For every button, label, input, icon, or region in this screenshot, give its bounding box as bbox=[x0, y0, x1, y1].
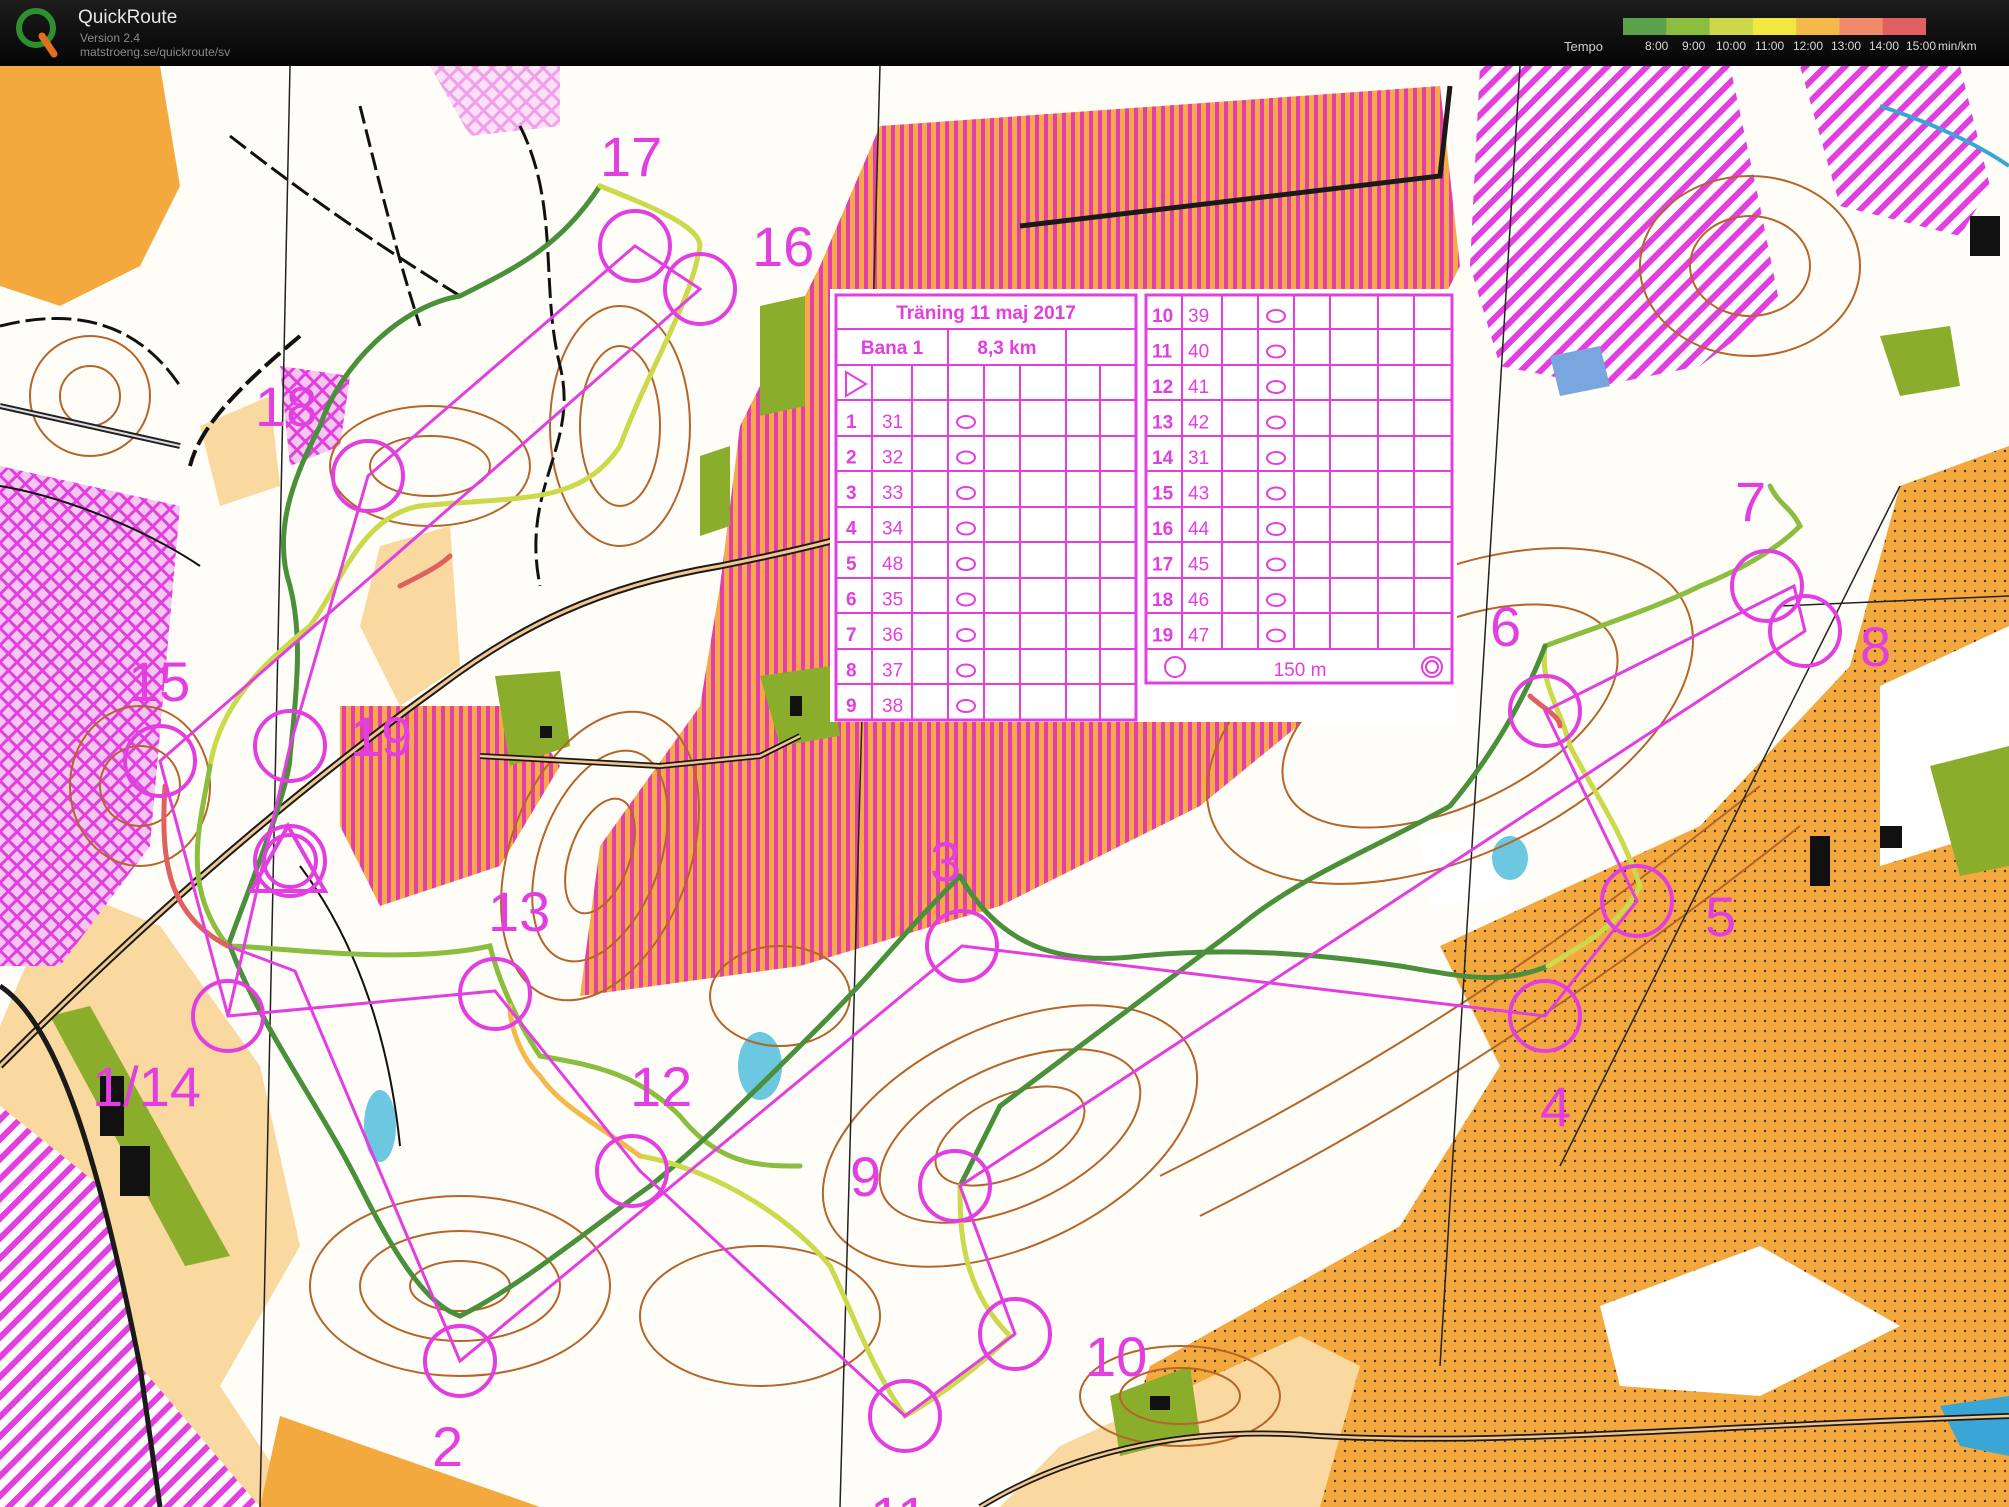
tempo-tick: 15:00 bbox=[1906, 39, 1937, 53]
card-control-number: 4 bbox=[846, 519, 857, 540]
card-control-number: 12 bbox=[1152, 377, 1173, 398]
tempo-tick: 11:00 bbox=[1755, 39, 1785, 53]
control-number: 8 bbox=[1860, 615, 1891, 678]
card-control-code: 31 bbox=[1188, 448, 1209, 469]
card-control-code: 45 bbox=[1188, 555, 1209, 576]
card-background bbox=[830, 289, 1457, 722]
tempo-color-swatch bbox=[1709, 18, 1754, 35]
card-control-number: 7 bbox=[846, 625, 857, 646]
control-number: 3 bbox=[930, 830, 961, 893]
card-control-number: 19 bbox=[1152, 626, 1173, 647]
card-control-number: 10 bbox=[1152, 306, 1173, 327]
card-control-number: 15 bbox=[1152, 484, 1174, 505]
tempo-tick: 9:00 bbox=[1682, 39, 1706, 53]
control-number: 12 bbox=[630, 1055, 692, 1118]
tempo-color-scale bbox=[1623, 18, 1926, 35]
app-title: QuickRoute bbox=[78, 7, 178, 28]
tempo-unit: min/km bbox=[1938, 39, 1977, 53]
control-number: 13 bbox=[488, 880, 550, 943]
control-number: 1/14 bbox=[92, 1055, 201, 1118]
card-control-number: 13 bbox=[1152, 413, 1173, 434]
card-title: Träning 11 maj 2017 bbox=[896, 303, 1076, 324]
tempo-tick: 10:00 bbox=[1716, 39, 1747, 53]
tempo-color-swatch bbox=[1839, 18, 1884, 35]
title-bar: Q QuickRoute Version 2.4 matstroeng.se/q… bbox=[0, 0, 2009, 67]
card-course-name: Bana 1 bbox=[861, 338, 924, 359]
course-card: Träning 11 maj 2017 Bana 1 8,3 km 150 m … bbox=[830, 289, 1457, 722]
card-control-number: 18 bbox=[1152, 590, 1173, 611]
tempo-tick: 8:00 bbox=[1645, 39, 1669, 53]
card-control-number: 9 bbox=[846, 696, 857, 717]
control-number: 17 bbox=[600, 125, 662, 188]
tempo-color-swatch bbox=[1752, 18, 1798, 35]
tempo-color-swatch bbox=[1882, 18, 1926, 35]
card-control-code: 39 bbox=[1188, 306, 1209, 327]
control-number: 7 bbox=[1735, 470, 1766, 533]
tempo-color-swatch bbox=[1796, 18, 1841, 35]
quickroute-window: Q QuickRoute Version 2.4 matstroeng.se/q… bbox=[0, 0, 2009, 1507]
tempo-color-swatch bbox=[1666, 18, 1711, 35]
card-control-number: 17 bbox=[1152, 555, 1173, 576]
tempo-tick: 14:00 bbox=[1869, 39, 1900, 53]
card-control-code: 31 bbox=[882, 412, 903, 433]
card-control-number: 8 bbox=[846, 661, 857, 682]
tempo-color-swatch bbox=[1623, 18, 1668, 35]
tempo-tick: 12:00 bbox=[1793, 39, 1824, 53]
app-url: matstroeng.se/quickroute/sv bbox=[80, 45, 231, 59]
control-number: 16 bbox=[752, 215, 814, 278]
control-number: 15 bbox=[128, 650, 190, 713]
card-control-code: 36 bbox=[882, 625, 903, 646]
card-control-code: 35 bbox=[882, 590, 903, 611]
card-control-code: 41 bbox=[1188, 377, 1209, 398]
card-control-number: 5 bbox=[846, 554, 857, 575]
control-number: 11 bbox=[870, 1485, 928, 1507]
control-number: 4 bbox=[1540, 1075, 1571, 1138]
card-control-code: 33 bbox=[882, 483, 903, 504]
tempo-label: Tempo bbox=[1564, 39, 1604, 54]
card-course-length: 8,3 km bbox=[977, 338, 1036, 359]
control-number: 5 bbox=[1705, 885, 1736, 948]
card-control-number: 11 bbox=[1152, 342, 1173, 363]
card-control-code: 32 bbox=[882, 448, 903, 469]
card-control-code: 44 bbox=[1188, 519, 1210, 540]
control-number: 18 bbox=[255, 375, 317, 438]
control-circle bbox=[595, 1134, 669, 1208]
quickroute-logo: Q bbox=[16, 8, 58, 58]
control-number: 9 bbox=[850, 1145, 881, 1208]
card-control-number: 16 bbox=[1152, 519, 1173, 540]
card-control-number: 1 bbox=[846, 412, 857, 433]
card-control-number: 3 bbox=[846, 483, 857, 504]
card-control-code: 38 bbox=[882, 696, 903, 717]
card-control-code: 43 bbox=[1188, 484, 1209, 505]
card-finish-distance: 150 m bbox=[1274, 660, 1327, 681]
card-control-code: 46 bbox=[1188, 590, 1209, 611]
control-number: 2 bbox=[432, 1415, 463, 1478]
card-control-number: 14 bbox=[1152, 448, 1174, 469]
map-canvas: 1/14 2 3 4 5 6 7 8 9 10 11 12 13 15 16 1… bbox=[0, 66, 2009, 1507]
card-control-code: 37 bbox=[882, 661, 903, 682]
control-number: 10 bbox=[1085, 1325, 1147, 1388]
orienteering-map[interactable]: 1/14 2 3 4 5 6 7 8 9 10 11 12 13 15 16 1… bbox=[0, 66, 2009, 1507]
card-control-code: 34 bbox=[882, 519, 904, 540]
card-control-code: 47 bbox=[1188, 626, 1209, 647]
card-control-code: 42 bbox=[1188, 413, 1209, 434]
app-version: Version 2.4 bbox=[80, 31, 141, 45]
card-control-code: 40 bbox=[1188, 342, 1209, 363]
card-control-number: 6 bbox=[846, 590, 857, 611]
tempo-tick: 13:00 bbox=[1831, 39, 1862, 53]
control-number: 19 bbox=[350, 705, 412, 768]
card-control-number: 2 bbox=[846, 448, 857, 469]
card-control-code: 48 bbox=[882, 554, 903, 575]
control-number: 6 bbox=[1490, 595, 1521, 658]
